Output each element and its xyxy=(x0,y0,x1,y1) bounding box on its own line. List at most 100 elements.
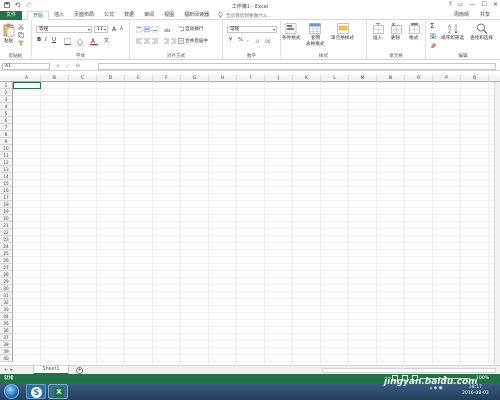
currency-button[interactable]: ¥ xyxy=(229,37,232,43)
column-header[interactable]: E xyxy=(125,75,153,82)
taskbar-app-sogou[interactable]: S xyxy=(26,384,46,399)
row-header[interactable]: 29 xyxy=(0,278,12,285)
row-header[interactable]: 34 xyxy=(0,313,12,320)
orientation-icon[interactable]: ab xyxy=(164,26,172,35)
align-top-icon[interactable] xyxy=(135,25,160,35)
column-header[interactable]: L xyxy=(321,75,349,82)
close-icon[interactable]: ✕ xyxy=(493,1,498,8)
column-header[interactable]: Q xyxy=(461,75,489,82)
underline-button[interactable]: U xyxy=(52,37,56,43)
name-box[interactable]: A1 xyxy=(2,63,50,70)
row-header[interactable]: 38 xyxy=(0,341,12,348)
insert-function-button[interactable]: fx xyxy=(76,63,80,70)
row-header[interactable]: 30 xyxy=(0,285,12,292)
minimize-icon[interactable]: — xyxy=(470,1,476,8)
column-header[interactable]: I xyxy=(237,75,265,82)
delete-cells-button[interactable]: 删除 xyxy=(391,22,402,41)
user-name[interactable]: 周雨晴 xyxy=(454,11,469,20)
row-header[interactable]: 26 xyxy=(0,257,12,264)
column-header[interactable]: F xyxy=(153,75,181,82)
horizontal-scrollbar[interactable] xyxy=(322,368,496,373)
row-header[interactable]: 36 xyxy=(0,327,12,334)
row-header[interactable]: 5 xyxy=(0,110,12,117)
vertical-scrollbar[interactable] xyxy=(494,82,500,365)
row-header[interactable]: 20 xyxy=(0,215,12,222)
font-size-select[interactable]: 11 ▾ xyxy=(94,26,108,33)
shrink-font-button[interactable]: A xyxy=(120,27,123,32)
row-header[interactable]: 2 xyxy=(0,89,12,96)
row-header[interactable]: 10 xyxy=(0,145,12,152)
help-icon[interactable]: ? xyxy=(449,1,452,8)
row-header[interactable]: 18 xyxy=(0,201,12,208)
row-header[interactable]: 17 xyxy=(0,194,12,201)
row-header[interactable]: 6 xyxy=(0,117,12,124)
maximize-icon[interactable]: ☐ xyxy=(482,1,487,8)
row-header[interactable]: 31 xyxy=(0,292,12,299)
row-header[interactable]: 40 xyxy=(0,355,12,362)
formula-input[interactable] xyxy=(98,63,496,70)
column-header[interactable]: P xyxy=(433,75,461,82)
column-header[interactable]: B xyxy=(41,75,69,82)
fill-icon[interactable] xyxy=(430,33,436,41)
row-header[interactable]: 11 xyxy=(0,152,12,159)
row-header[interactable]: 27 xyxy=(0,264,12,271)
column-header[interactable]: M xyxy=(349,75,377,82)
cut-icon[interactable] xyxy=(18,23,24,32)
row-header[interactable]: 15 xyxy=(0,180,12,187)
find-select-button[interactable]: 查找和选择 xyxy=(470,23,493,41)
row-header[interactable]: 25 xyxy=(0,250,12,257)
column-header[interactable]: H xyxy=(209,75,237,82)
row-header[interactable]: 13 xyxy=(0,166,12,173)
format-painter-icon[interactable] xyxy=(18,40,24,48)
italic-button[interactable]: I xyxy=(45,37,47,43)
phonetic-button[interactable]: 文 xyxy=(104,37,109,44)
row-header[interactable]: 35 xyxy=(0,320,12,327)
percent-button[interactable]: % xyxy=(238,37,243,43)
row-header[interactable]: 39 xyxy=(0,348,12,355)
row-header[interactable]: 3 xyxy=(0,96,12,103)
row-header[interactable]: 28 xyxy=(0,271,12,278)
column-header[interactable]: J xyxy=(265,75,293,82)
row-header[interactable]: 14 xyxy=(0,173,12,180)
paste-button[interactable]: 粘贴 xyxy=(3,23,15,44)
start-button[interactable] xyxy=(4,384,19,399)
borders-icon[interactable] xyxy=(64,38,71,47)
row-header[interactable]: 37 xyxy=(0,334,12,341)
merge-center-button[interactable]: 合并后居中 xyxy=(178,38,208,46)
clear-icon[interactable] xyxy=(430,42,437,50)
row-header[interactable]: 21 xyxy=(0,222,12,229)
format-as-table-button[interactable]: 套用 表格格式 xyxy=(306,23,324,47)
row-header[interactable]: 16 xyxy=(0,187,12,194)
sort-filter-button[interactable]: AZ 排序和筛选 xyxy=(441,23,464,41)
cell-area[interactable] xyxy=(13,82,500,365)
active-cell[interactable] xyxy=(13,82,41,89)
column-header[interactable]: A xyxy=(13,75,41,82)
wrap-text-button[interactable]: 自动换行 xyxy=(178,26,203,34)
conditional-formatting-button[interactable]: 条件格式 xyxy=(282,23,300,41)
share-button[interactable]: 共享 xyxy=(480,11,490,20)
tell-me-search[interactable]: 告诉我您想要做什么... xyxy=(218,12,272,20)
column-header[interactable]: G xyxy=(181,75,209,82)
sheet-nav-next-icon[interactable]: ▸ xyxy=(11,367,14,373)
grow-font-button[interactable]: A xyxy=(112,26,116,33)
align-left-icon[interactable] xyxy=(136,38,160,47)
row-header[interactable]: 19 xyxy=(0,208,12,215)
column-header[interactable]: O xyxy=(405,75,433,82)
row-header[interactable]: 32 xyxy=(0,299,12,306)
font-name-select[interactable]: 等线 ▾ xyxy=(36,26,92,33)
font-color-icon[interactable]: A xyxy=(90,37,98,47)
copy-icon[interactable] xyxy=(18,32,24,40)
column-header[interactable]: C xyxy=(69,75,97,82)
column-header[interactable]: D xyxy=(97,75,125,82)
row-header[interactable]: 24 xyxy=(0,243,12,250)
taskbar-app-excel[interactable]: X xyxy=(48,384,68,399)
row-header[interactable]: 7 xyxy=(0,124,12,131)
row-header[interactable]: 8 xyxy=(0,131,12,138)
column-header[interactable]: N xyxy=(377,75,405,82)
add-sheet-button[interactable]: + xyxy=(76,367,83,374)
row-header[interactable]: 12 xyxy=(0,159,12,166)
indent-icon[interactable] xyxy=(164,38,176,47)
ribbon-display-icon[interactable]: ▭ xyxy=(458,1,464,8)
row-header[interactable]: 1 xyxy=(0,82,12,89)
row-header[interactable]: 23 xyxy=(0,236,12,243)
